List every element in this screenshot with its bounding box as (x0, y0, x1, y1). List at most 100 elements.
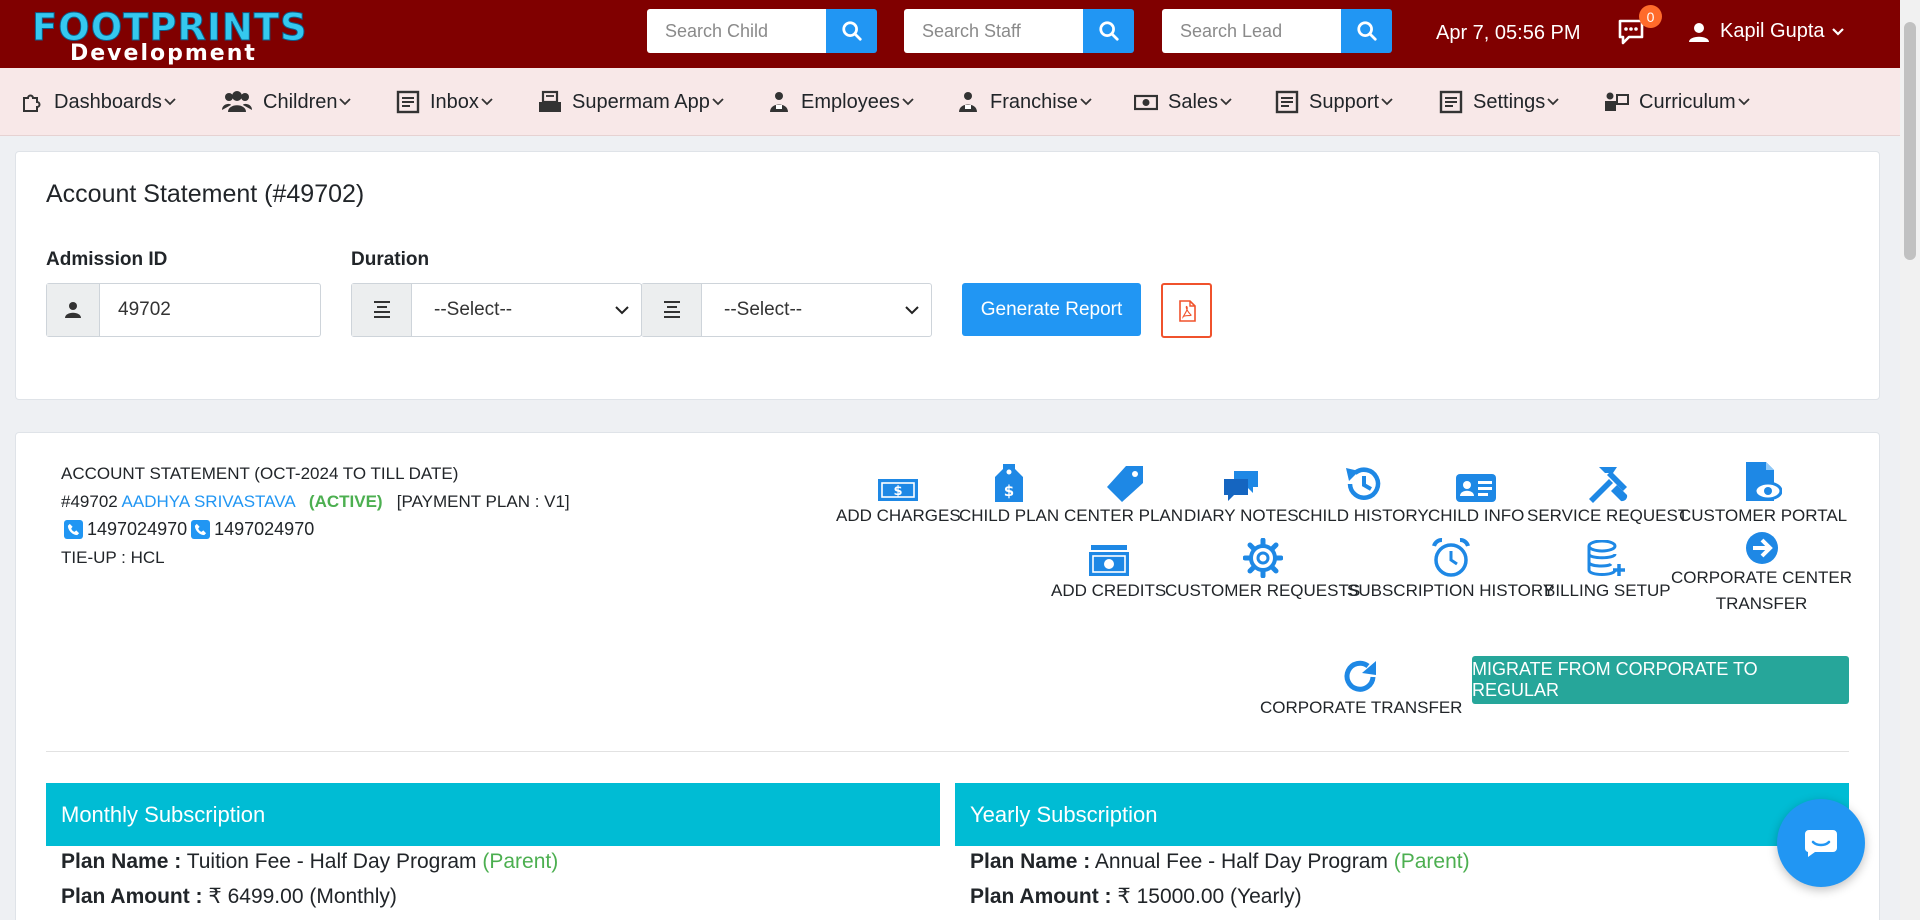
billing-setup-action[interactable]: BILLING SETUP (1544, 538, 1671, 604)
add-charges-action[interactable]: $ ADD CHARGES (836, 463, 961, 529)
child-plan-action[interactable]: $ CHILD PLAN (959, 463, 1059, 529)
chevron-down-icon (1831, 27, 1844, 36)
action-label: CUSTOMER REQUESTS (1165, 581, 1361, 600)
chevron-down-icon (1381, 98, 1393, 106)
nav-label: Employees (801, 90, 900, 113)
action-label: CENTER PLAN (1064, 506, 1184, 525)
generate-report-button[interactable]: Generate Report (962, 283, 1141, 336)
pdf-icon (1178, 299, 1196, 322)
list-addon (642, 284, 702, 336)
file-eye-icon (1746, 462, 1783, 501)
nav-sales[interactable]: Sales (1134, 68, 1232, 136)
phone-number-1: 1497024970 (87, 519, 188, 539)
list-addon (352, 284, 412, 336)
monthly-plan-name: Plan Name : Tuition Fee - Half Day Progr… (61, 850, 558, 874)
action-label-2: TRANSFER (1715, 594, 1808, 613)
yearly-subscription-heading: Yearly Subscription (955, 783, 1849, 846)
footprints-logo[interactable]: FOOTPRINTS Development (32, 7, 308, 66)
settings-icon (1439, 90, 1463, 114)
alarm-clock-icon (1431, 538, 1470, 577)
plan-amount-label: Plan Amount : (970, 885, 1112, 908)
scrollbar-thumb[interactable] (1904, 22, 1916, 260)
search-child-input[interactable] (647, 9, 826, 53)
nav-label: Sales (1168, 90, 1219, 113)
nav-inbox[interactable]: Inbox (396, 68, 493, 136)
nav-support[interactable]: Support (1275, 68, 1393, 136)
phone-line: 1497024970 1497024970 (64, 519, 314, 540)
plan-name-value: Tuition Fee - Half Day Program (186, 850, 477, 873)
puzzle-icon (20, 90, 44, 114)
user-icon (1689, 22, 1709, 42)
plan-amount-value: ₹ 15000.00 (Yearly) (1117, 885, 1302, 908)
child-history-action[interactable]: CHILD HISTORY (1298, 463, 1429, 529)
chevron-down-icon (905, 305, 919, 314)
action-label: ADD CHARGES (836, 506, 961, 525)
nav-children[interactable]: Children (221, 68, 352, 136)
franchise-icon (956, 90, 980, 114)
nav-label: Support (1309, 90, 1380, 113)
child-name-link[interactable]: AADHYA SRIVASTAVA (122, 492, 295, 511)
live-chat-button[interactable] (1777, 799, 1865, 887)
action-label: CHILD HISTORY (1298, 506, 1429, 525)
corporate-transfer-action[interactable]: CORPORATE TRANSFER (1260, 657, 1462, 721)
search-staff-input[interactable] (904, 9, 1083, 53)
migrate-corporate-to-regular-button[interactable]: MIGRATE FROM CORPORATE TO REGULAR (1472, 656, 1849, 704)
id-card-icon (1456, 474, 1497, 502)
nav-curriculum[interactable]: Curriculum (1603, 68, 1750, 136)
search-child-button[interactable] (826, 9, 877, 53)
nav-label: Inbox (430, 90, 479, 113)
printer-icon (538, 90, 562, 114)
notification-badge: 0 (1639, 5, 1662, 28)
users-icon (221, 90, 253, 114)
customer-portal-action[interactable]: CUSTOMER PORTAL (1679, 462, 1847, 529)
current-datetime: Apr 7, 05:56 PM (1436, 22, 1581, 44)
duration-to-select[interactable]: --Select-- (702, 284, 931, 336)
nav-settings[interactable]: Settings (1439, 68, 1559, 136)
select-value: --Select-- (434, 299, 513, 320)
subscription-history-action[interactable]: SUBSCRIPTION HISTORY (1347, 538, 1554, 604)
plan-amount-value: ₹ 6499.00 (Monthly) (208, 885, 397, 908)
plan-name-label: Plan Name : (970, 850, 1091, 873)
search-staff-button[interactable] (1083, 9, 1134, 53)
pdf-export-button[interactable] (1161, 283, 1212, 338)
top-bar: FOOTPRINTS Development Apr 7, 05:56 PM 0… (0, 0, 1920, 68)
plan-tag: (Parent) (1393, 850, 1470, 873)
chevron-down-icon (1738, 98, 1750, 106)
user-menu[interactable]: Kapil Gupta (1688, 20, 1845, 43)
status-badge: (ACTIVE) (308, 492, 383, 511)
action-label: CHILD PLAN (959, 506, 1060, 525)
nav-franchise[interactable]: Franchise (956, 68, 1092, 136)
admission-id-input[interactable]: 49702 (100, 284, 171, 336)
center-plan-action[interactable]: CENTER PLAN (1064, 463, 1183, 529)
chevron-down-icon (1220, 98, 1232, 106)
search-icon (841, 21, 862, 41)
duration-from-select[interactable]: --Select-- (412, 284, 641, 336)
statement-title: ACCOUNT STATEMENT (OCT-2024 TO TILL DATE… (61, 464, 459, 483)
search-staff-box (904, 9, 1134, 53)
nav-supermam-app[interactable]: Supermam App (538, 68, 724, 136)
action-label: CHILD INFO (1428, 506, 1525, 525)
search-lead-button[interactable] (1341, 9, 1392, 53)
monthly-subscription-heading: Monthly Subscription (46, 783, 940, 846)
nav-label: Children (263, 90, 338, 113)
comments-icon (1224, 471, 1259, 501)
list-icon (663, 301, 680, 318)
chevron-down-icon (1080, 98, 1092, 106)
search-lead-input[interactable] (1162, 9, 1341, 53)
service-request-action[interactable]: SERVICE REQUEST (1527, 463, 1688, 529)
nav-label: Settings (1473, 90, 1546, 113)
admission-id-label: Admission ID (46, 249, 168, 270)
database-plus-icon (1587, 540, 1626, 576)
action-label: BILLING SETUP (1544, 581, 1671, 600)
nav-employees[interactable]: Employees (767, 68, 914, 136)
diary-notes-action[interactable]: DIARY NOTES (1184, 463, 1299, 529)
action-label: DIARY NOTES (1184, 506, 1299, 525)
phone-icon (64, 520, 83, 539)
page-title: Account Statement (#49702) (46, 180, 365, 208)
child-info-action[interactable]: CHILD INFO (1428, 463, 1524, 529)
add-credits-action[interactable]: ADD CREDITS (1051, 538, 1166, 604)
customer-requests-action[interactable]: CUSTOMER REQUESTS (1165, 538, 1360, 604)
chevron-down-icon (712, 98, 724, 106)
corporate-center-transfer-action[interactable]: CORPORATE CENTER TRANSFER (1671, 525, 1852, 617)
nav-dashboards[interactable]: Dashboards (20, 68, 176, 136)
